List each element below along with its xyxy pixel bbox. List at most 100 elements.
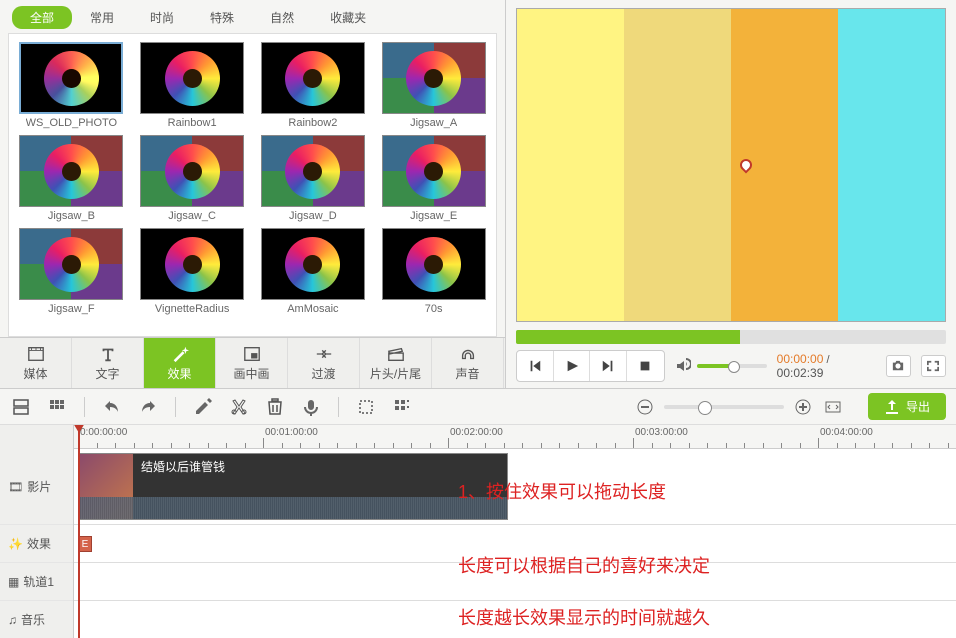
ruler-mark: 00:03:00:00: [635, 427, 688, 438]
tab-nature[interactable]: 自然: [252, 6, 312, 29]
trans-icon: [314, 345, 334, 363]
switch-mode-button[interactable]: [10, 396, 32, 418]
stop-button[interactable]: [627, 351, 664, 381]
ruler-mark: 00:04:00:00: [820, 427, 873, 438]
effect-label: Jigsaw_F: [48, 303, 94, 315]
head-icon: [458, 345, 478, 363]
zoom-slider[interactable]: [664, 405, 784, 409]
mode-pip[interactable]: 画中画: [216, 338, 288, 388]
effect-clip[interactable]: E: [78, 536, 92, 552]
mode-film[interactable]: 媒体: [0, 338, 72, 388]
audio-waveform: [79, 497, 507, 519]
effect-label: 70s: [425, 303, 443, 315]
tab-all[interactable]: 全部: [12, 6, 72, 29]
mosaic-button[interactable]: [391, 396, 413, 418]
music-icon: ♫: [8, 613, 17, 627]
effect-label: VignetteRadius: [155, 303, 229, 315]
tab-special[interactable]: 特殊: [192, 6, 252, 29]
effect-label: AmMosaic: [287, 303, 338, 315]
mode-clap[interactable]: 片头/片尾: [360, 338, 432, 388]
effect-thumb[interactable]: [19, 228, 123, 300]
zoom-out-button[interactable]: [634, 396, 656, 418]
playback-controls: 00:00:00 / 00:02:39: [516, 344, 946, 384]
mode-head[interactable]: 声音: [432, 338, 504, 388]
effects-gallery[interactable]: WS_OLD_PHOTORainbow1Rainbow2Jigsaw_AJigs…: [8, 33, 497, 337]
next-frame-button[interactable]: [590, 351, 627, 381]
track-label-music[interactable]: ♫音乐: [0, 601, 73, 638]
category-tabs: 全部 常用 时尚 特殊 自然 收藏夹: [0, 0, 505, 33]
effect-thumb[interactable]: [261, 135, 365, 207]
export-icon: [884, 400, 900, 414]
clip-title: 结婚以后谁管钱: [133, 454, 233, 479]
volume-control[interactable]: [675, 358, 767, 374]
track-labels: 🎞影片 ✨效果 ▦轨道1 ♫音乐: [0, 425, 74, 638]
playhead-cursor[interactable]: [78, 425, 80, 638]
wand-icon: ✨: [8, 537, 23, 551]
ruler-mark: 00:01:00:00: [265, 427, 318, 438]
video-clip[interactable]: 结婚以后谁管钱: [78, 453, 508, 520]
fullscreen-button[interactable]: [921, 355, 946, 377]
crop-button[interactable]: [355, 396, 377, 418]
mode-wand[interactable]: 效果: [144, 338, 216, 388]
mode-text[interactable]: 文字: [72, 338, 144, 388]
scrub-bar[interactable]: [516, 330, 946, 344]
cut-button[interactable]: [228, 396, 250, 418]
clap-icon: [386, 345, 406, 363]
effect-thumb[interactable]: [382, 42, 486, 114]
tab-common[interactable]: 常用: [72, 6, 132, 29]
timeline-panel: 导出 🎞影片 ✨效果 ▦轨道1 ♫音乐 0:00:00:0000:01:00:0…: [0, 388, 956, 638]
effect-thumb[interactable]: [19, 135, 123, 207]
mode-trans[interactable]: 过渡: [288, 338, 360, 388]
effect-thumb[interactable]: [261, 42, 365, 114]
layer-icon: ▦: [8, 575, 19, 589]
delete-button[interactable]: [264, 396, 286, 418]
time-ruler[interactable]: 0:00:00:0000:01:00:0000:02:00:0000:03:00…: [74, 425, 956, 449]
effect-thumb[interactable]: [19, 42, 123, 114]
effect-thumb[interactable]: [140, 135, 244, 207]
video-track[interactable]: 结婚以后谁管钱: [74, 449, 956, 525]
effect-label: Jigsaw_E: [410, 210, 457, 222]
edit-button[interactable]: [192, 396, 214, 418]
track-label-1[interactable]: ▦轨道1: [0, 563, 73, 601]
music-track[interactable]: [74, 601, 956, 638]
preview-panel: 00:00:00 / 00:02:39: [506, 0, 956, 388]
undo-button[interactable]: [101, 396, 123, 418]
snapshot-button[interactable]: [886, 355, 911, 377]
effect-label: Jigsaw_C: [168, 210, 216, 222]
zoom-fit-button[interactable]: [822, 396, 844, 418]
effects-panel: 全部 常用 时尚 特殊 自然 收藏夹 WS_OLD_PHOTORainbow1R…: [0, 0, 506, 388]
zoom-in-button[interactable]: [792, 396, 814, 418]
play-button[interactable]: [554, 351, 591, 381]
prev-frame-button[interactable]: [517, 351, 554, 381]
effect-label: Jigsaw_A: [410, 117, 457, 129]
effect-thumb[interactable]: [382, 135, 486, 207]
voiceover-button[interactable]: [300, 396, 322, 418]
effect-thumb[interactable]: [382, 228, 486, 300]
effect-label: Jigsaw_D: [289, 210, 337, 222]
volume-slider[interactable]: [697, 364, 767, 368]
tracks-area[interactable]: 0:00:00:0000:01:00:0000:02:00:0000:03:00…: [74, 425, 956, 638]
export-button[interactable]: 导出: [868, 393, 946, 420]
track-label-fx[interactable]: ✨效果: [0, 525, 73, 563]
video-preview[interactable]: [516, 8, 946, 322]
zoom-control: [634, 396, 844, 418]
redo-button[interactable]: [137, 396, 159, 418]
text-icon: [98, 345, 118, 363]
track-label-video[interactable]: 🎞影片: [0, 449, 73, 525]
wand-icon: [170, 345, 190, 363]
track-1[interactable]: [74, 563, 956, 601]
pip-icon: [242, 345, 262, 363]
effect-label: Rainbow1: [168, 117, 217, 129]
ruler-mark: 00:02:00:00: [450, 427, 503, 438]
mode-toolbar: 媒体文字效果画中画过渡片头/片尾声音: [0, 337, 505, 388]
tab-favorites[interactable]: 收藏夹: [312, 6, 384, 29]
film-icon: [26, 345, 46, 363]
effect-thumb[interactable]: [140, 42, 244, 114]
effect-label: Jigsaw_B: [48, 210, 95, 222]
effect-thumb[interactable]: [261, 228, 365, 300]
tab-fashion[interactable]: 时尚: [132, 6, 192, 29]
grid-view-button[interactable]: [46, 396, 68, 418]
time-display: 00:00:00 / 00:02:39: [777, 352, 876, 380]
effects-track[interactable]: E: [74, 525, 956, 563]
effect-thumb[interactable]: [140, 228, 244, 300]
